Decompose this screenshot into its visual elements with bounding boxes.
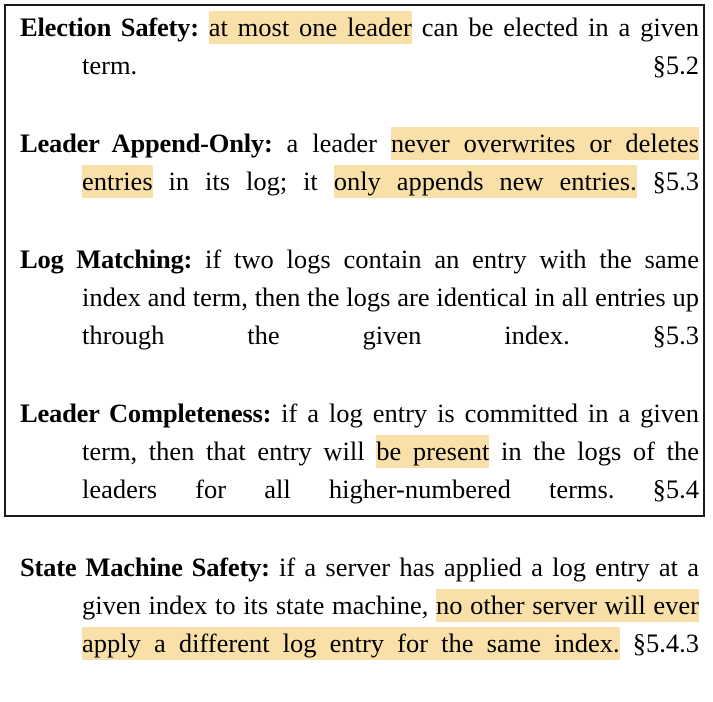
section-reference: §5.3 xyxy=(652,320,699,350)
property-name-log-matching: Log Matching: xyxy=(20,244,193,274)
property-name-leader-append-only: Leader Append-Only: xyxy=(20,128,273,158)
property-text-plain: a leader xyxy=(272,128,391,158)
figure-frame: Election Safety: at most one leader can … xyxy=(4,4,705,660)
property-text-plain xyxy=(620,628,633,658)
section-reference: §5.4 xyxy=(652,474,699,504)
section-reference: §5.2 xyxy=(652,50,699,80)
property-highlight: at most one leader xyxy=(208,11,412,44)
property-state-machine-safety: State Machine Safety: if a server has ap… xyxy=(20,548,699,700)
property-highlight: be present xyxy=(376,435,490,468)
property-text-plain xyxy=(199,12,209,42)
property-name-state-machine-safety: State Machine Safety: xyxy=(20,552,270,582)
property-leader-completeness: Leader Completeness: if a log entry is c… xyxy=(20,394,699,546)
property-text-plain xyxy=(637,166,653,196)
property-leader-append-only: Leader Append-Only: a leader never overw… xyxy=(20,124,699,238)
section-reference: §5.3 xyxy=(652,166,699,196)
property-text-plain: in its log; it xyxy=(152,166,334,196)
section-reference: §5.4.3 xyxy=(632,628,699,658)
property-log-matching: Log Matching: if two logs contain an ent… xyxy=(20,240,699,392)
properties-list: Election Safety: at most one leader can … xyxy=(20,8,699,702)
property-name-leader-completeness: Leader Completeness: xyxy=(20,398,272,428)
property-highlight: only appends new entries. xyxy=(333,165,637,198)
property-election-safety: Election Safety: at most one leader can … xyxy=(20,8,699,122)
property-name-election-safety: Election Safety: xyxy=(20,12,199,42)
